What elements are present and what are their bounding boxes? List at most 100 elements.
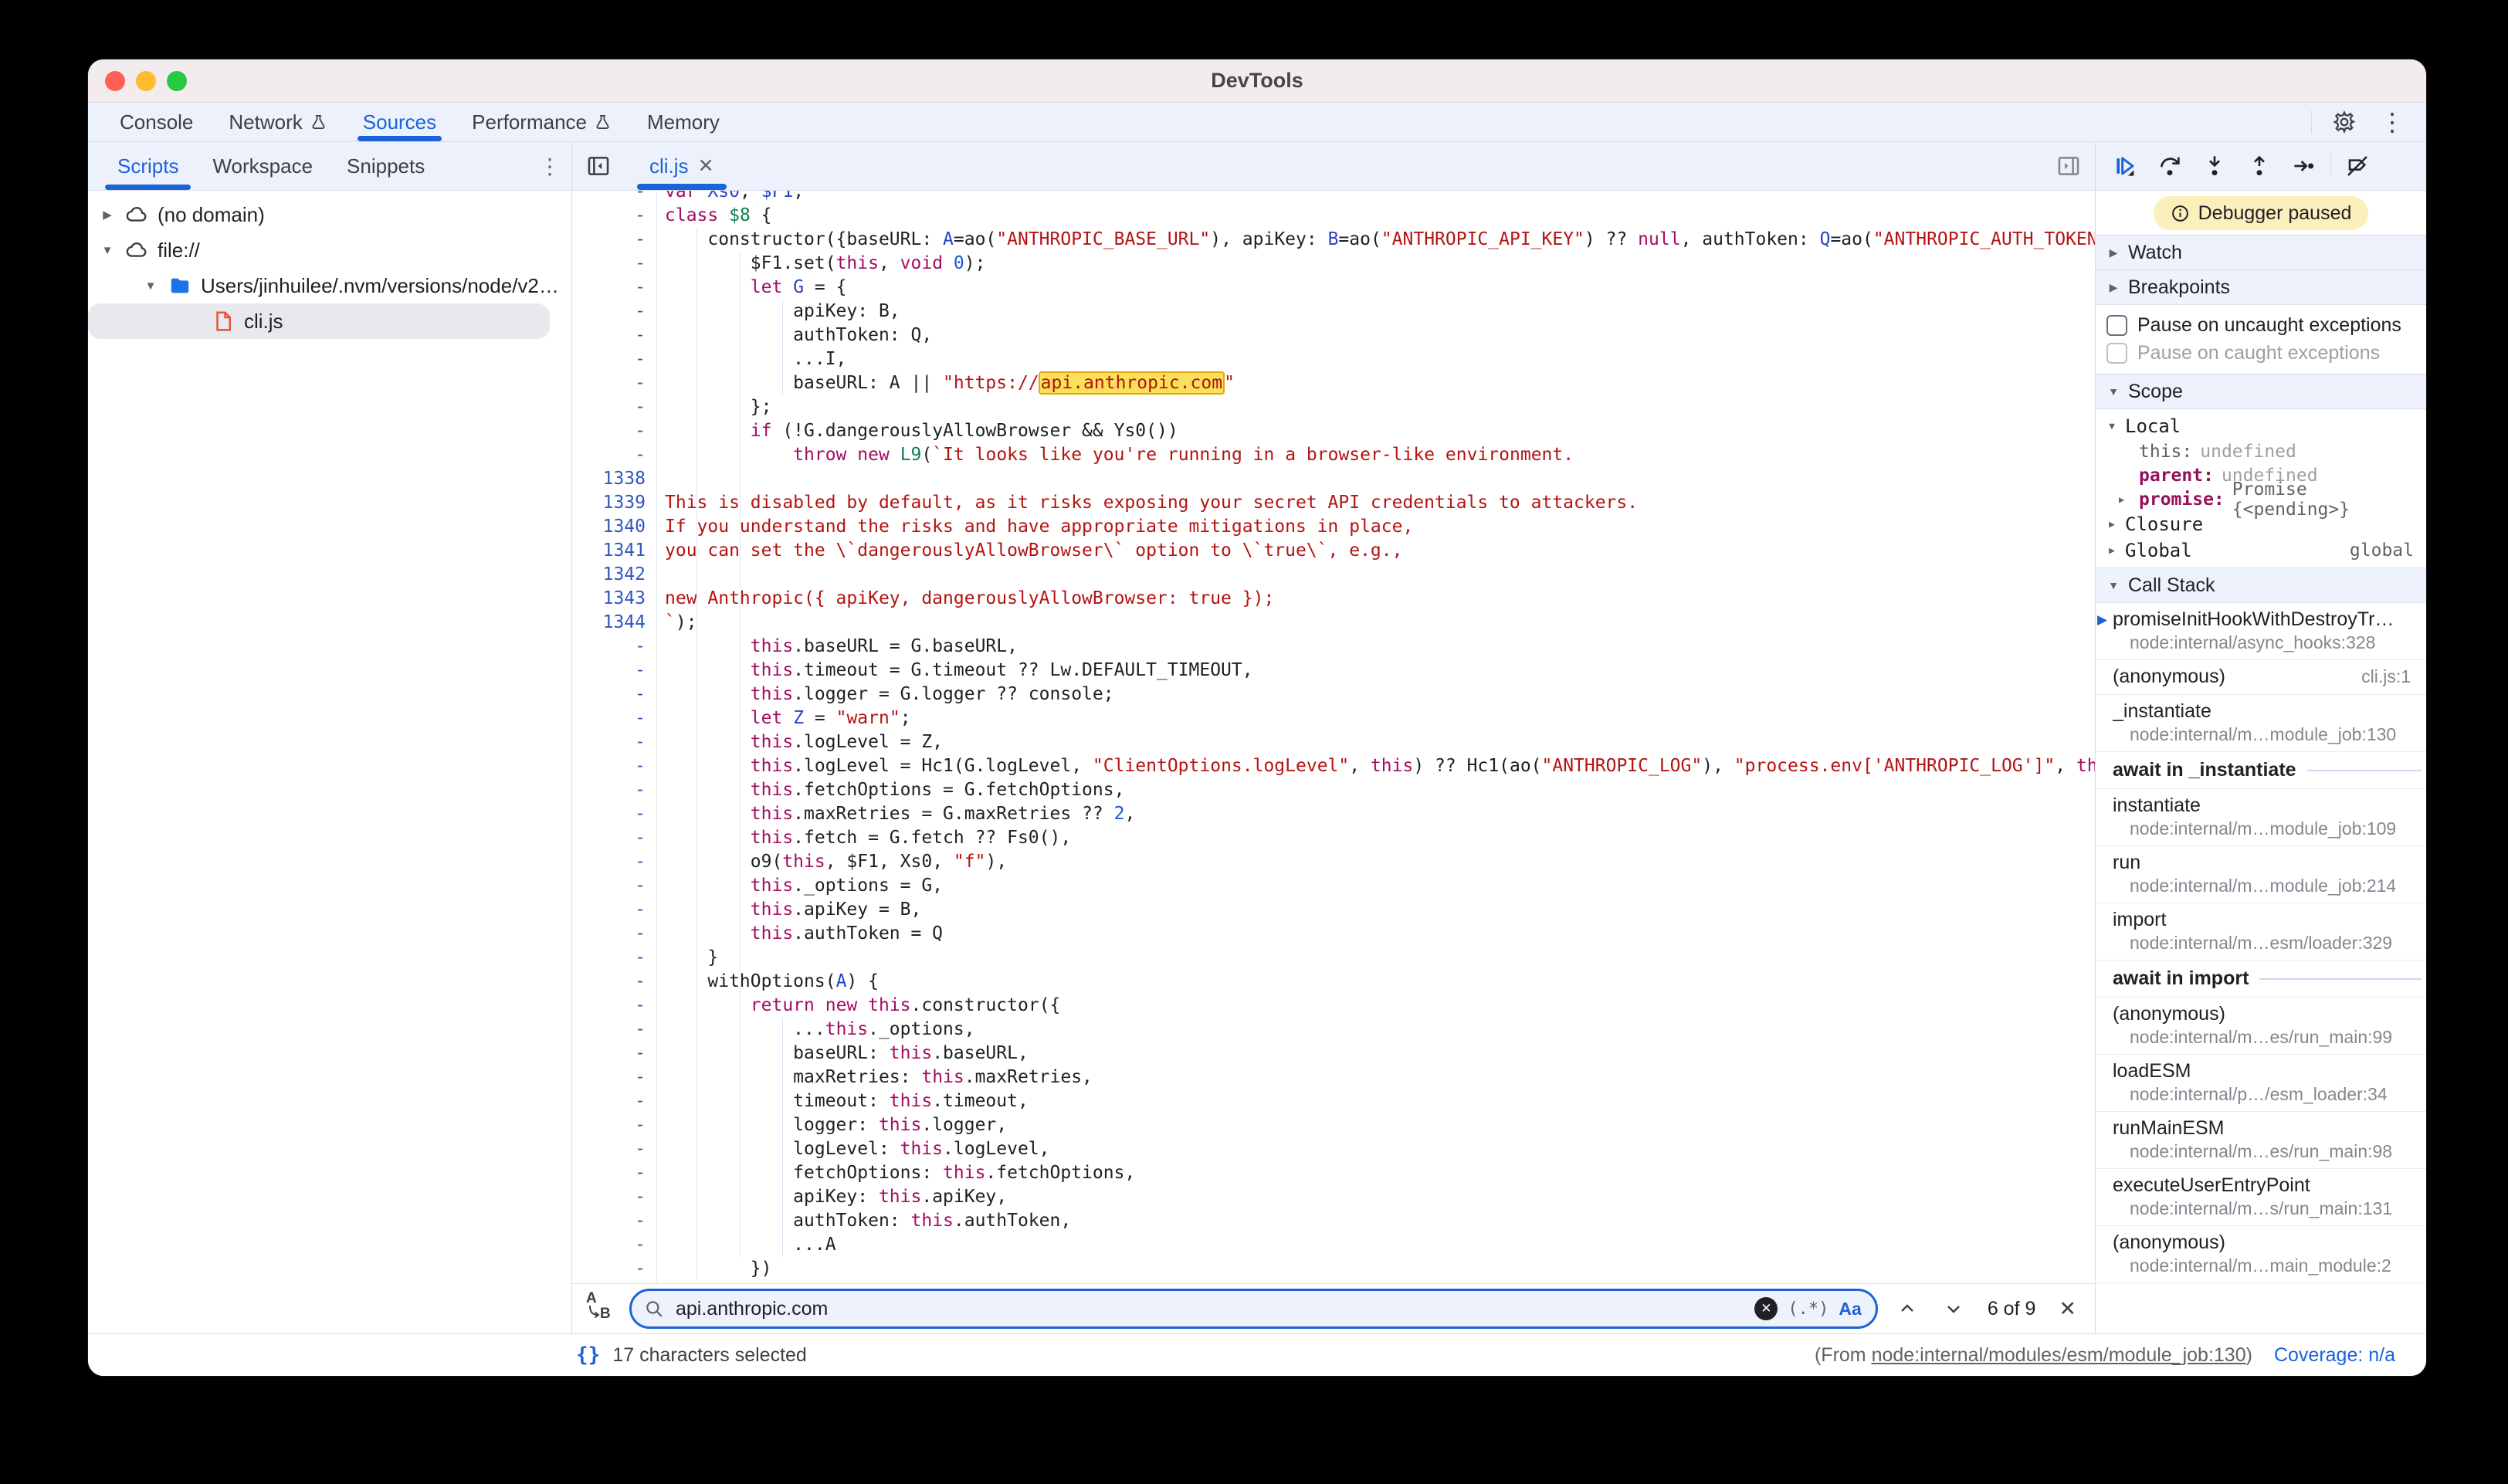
step-out-icon[interactable] [2241,149,2278,183]
code-line[interactable]: - this.logger = G.logger ?? console; [572,683,2095,706]
navigator-tab-workspace[interactable]: Workspace [195,142,330,190]
line-gutter[interactable]: - [572,1018,657,1042]
code-line[interactable]: - this._options = G, [572,874,2095,898]
line-gutter[interactable]: - [572,1161,657,1185]
section-scope[interactable]: ▼ Scope [2096,374,2426,409]
tab-network[interactable]: Network [211,103,344,141]
section-call-stack[interactable]: ▼ Call Stack [2096,568,2426,603]
search-input-container[interactable]: ✕ (.*) Aa [629,1289,1878,1329]
code-line[interactable]: - fetchOptions: this.fetchOptions, [572,1161,2095,1185]
code-line[interactable]: 1339This is disabled by default, as it r… [572,491,2095,515]
checkbox[interactable] [2106,315,2127,336]
frame-location[interactable]: node:internal/m…es/run_main:98 [2113,1141,2415,1162]
frame-location[interactable]: node:internal/m…esm/loader:329 [2113,933,2415,954]
call-stack-frame[interactable]: instantiatenode:internal/m…module_job:10… [2096,789,2426,846]
regex-toggle[interactable]: (.*) [1788,1299,1828,1319]
code-line[interactable]: - ...I, [572,347,2095,371]
code-line[interactable]: - this.apiKey = B, [572,898,2095,922]
line-gutter[interactable]: - [572,898,657,922]
code-line[interactable]: - } [572,1281,2095,1283]
code-line[interactable]: - constructor({baseURL: A=ao("ANTHROPIC_… [572,228,2095,252]
replace-toggle-icon[interactable]: A B [585,1292,617,1326]
code-line[interactable]: - this.baseURL = G.baseURL, [572,635,2095,659]
line-gutter[interactable]: - [572,946,657,970]
line-gutter[interactable]: - [572,802,657,826]
frame-location[interactable]: cli.js:1 [2361,666,2411,687]
frame-location[interactable]: node:internal/m…s/run_main:131 [2113,1198,2415,1219]
navigator-tab-snippets[interactable]: Snippets [330,142,442,190]
resume-script-icon[interactable] [2106,149,2144,183]
code-editor[interactable]: -var Xs0, $F1;-class $8 {- constructor({… [572,191,2095,1283]
line-gutter[interactable]: - [572,276,657,300]
call-stack-frame[interactable]: _instantiatenode:internal/m…module_job:1… [2096,695,2426,752]
code-line[interactable]: - ...A [572,1233,2095,1257]
frame-location[interactable]: node:internal/m…module_job:130 [2113,724,2415,745]
pause-option[interactable]: Pause on uncaught exceptions [2096,311,2426,339]
line-gutter[interactable]: - [572,635,657,659]
code-line[interactable]: - baseURL: A || "https://api.anthropic.c… [572,371,2095,395]
line-gutter[interactable]: - [572,1042,657,1066]
frame-location[interactable]: node:internal/m…es/run_main:99 [2113,1027,2415,1048]
code-line[interactable]: -var Xs0, $F1; [572,191,2095,204]
line-gutter[interactable]: 1344 [572,611,657,635]
line-gutter[interactable]: - [572,850,657,874]
code-line[interactable]: 1343new Anthropic({ apiKey, dangerouslyA… [572,587,2095,611]
line-gutter[interactable]: - [572,1137,657,1161]
code-line[interactable]: - authToken: Q, [572,324,2095,347]
line-gutter[interactable]: - [572,1257,657,1281]
line-gutter[interactable]: - [572,1185,657,1209]
line-gutter[interactable]: - [572,754,657,778]
line-gutter[interactable]: 1341 [572,539,657,563]
line-gutter[interactable]: - [572,1113,657,1137]
line-gutter[interactable]: - [572,204,657,228]
call-stack-frame[interactable]: ▶promiseInitHookWithDestroyTr…node:inter… [2096,603,2426,660]
call-stack-frame[interactable]: loadESMnode:internal/p…/esm_loader:34 [2096,1055,2426,1112]
navigator-tab-scripts[interactable]: Scripts [100,142,195,190]
frame-location[interactable]: node:internal/m…module_job:109 [2113,818,2415,839]
line-gutter[interactable]: - [572,419,657,443]
code-line[interactable]: - this.timeout = G.timeout ?? Lw.DEFAULT… [572,659,2095,683]
code-line[interactable]: 1338 [572,467,2095,491]
line-gutter[interactable]: - [572,1209,657,1233]
tab-console[interactable]: Console [102,103,211,141]
line-gutter[interactable]: - [572,228,657,252]
pretty-print-icon[interactable]: {} [576,1343,600,1367]
tree-item[interactable]: ▼file:// [88,232,571,268]
line-gutter[interactable]: 1338 [572,467,657,491]
tree-arrow-icon[interactable]: ▶ [99,208,116,222]
navigator-more-kebab-icon[interactable]: ⋮ [534,151,565,181]
code-line[interactable]: 1344`); [572,611,2095,635]
code-line[interactable]: 1342 [572,563,2095,587]
frame-location[interactable]: node:internal/m…module_job:214 [2113,876,2415,896]
step-over-icon[interactable] [2151,149,2188,183]
line-gutter[interactable]: 1342 [572,563,657,587]
call-stack-frame[interactable]: importnode:internal/m…esm/loader:329 [2096,903,2426,961]
pause-option[interactable]: Pause on caught exceptions [2096,339,2426,367]
code-line[interactable]: - }; [572,395,2095,419]
code-line[interactable]: - timeout: this.timeout, [572,1089,2095,1113]
call-stack-frame[interactable]: runMainESMnode:internal/m…es/run_main:98 [2096,1112,2426,1169]
code-line[interactable]: - this.logLevel = Hc1(G.logLevel, "Clien… [572,754,2095,778]
settings-gear-icon[interactable] [2329,107,2360,137]
code-line[interactable]: - apiKey: B, [572,300,2095,324]
scope-group-global[interactable]: ▶Globalglobal [2096,537,2426,564]
tree-arrow-icon[interactable]: ▼ [99,244,116,257]
line-gutter[interactable]: - [572,252,657,276]
line-gutter[interactable]: - [572,1281,657,1283]
code-line[interactable]: - maxRetries: this.maxRetries, [572,1066,2095,1089]
tree-item[interactable]: ▼Users/jinhuilee/.nvm/versions/node/v2… [88,268,571,303]
frame-location[interactable]: node:internal/m…main_module:2 [2113,1255,2415,1276]
line-gutter[interactable]: - [572,922,657,946]
code-line[interactable]: - withOptions(A) { [572,970,2095,994]
code-line[interactable]: - apiKey: this.apiKey, [572,1185,2095,1209]
search-input[interactable] [674,1297,1744,1321]
code-line[interactable]: - } [572,946,2095,970]
line-gutter[interactable]: - [572,874,657,898]
call-stack-frame[interactable]: runnode:internal/m…module_job:214 [2096,846,2426,903]
line-gutter[interactable]: - [572,191,657,204]
close-tab-icon[interactable]: ✕ [698,154,714,178]
code-line[interactable]: - logger: this.logger, [572,1113,2095,1137]
line-gutter[interactable]: - [572,371,657,395]
close-search-icon[interactable]: ✕ [2052,1297,2083,1321]
line-gutter[interactable]: - [572,683,657,706]
